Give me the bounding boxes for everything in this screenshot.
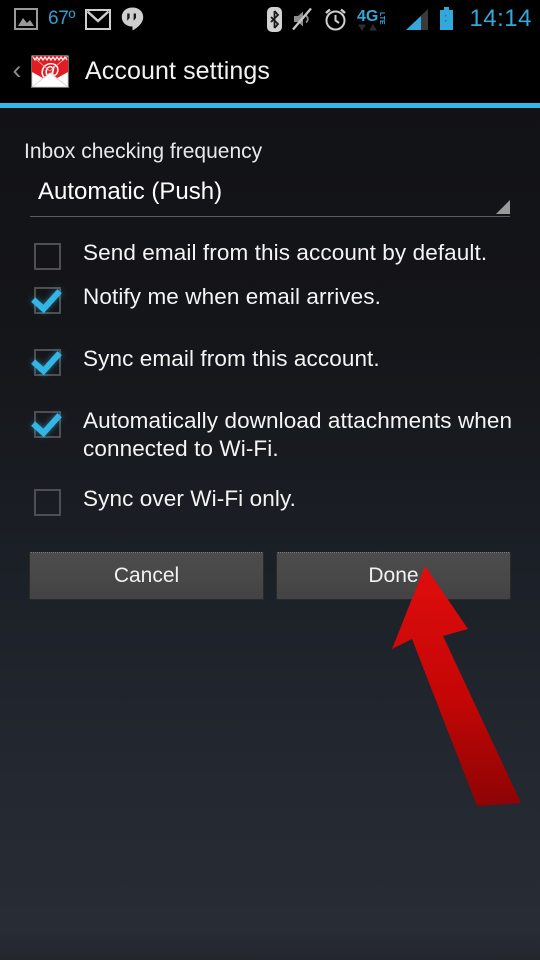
temperature-text: 67º [48,8,76,29]
checkbox-row-send-email-default[interactable]: Send email from this account by default. [0,235,540,279]
phone-screen: 67º 4G LTE 14:14 ‹ @ Account settings In… [0,0,540,960]
checkbox-send-email-default[interactable] [34,243,61,270]
clock-text: 14:14 [469,5,532,32]
checkbox-label: Sync email from this account. [83,346,380,371]
checkbox-row-sync-wifi-only[interactable]: Sync over Wi-Fi only. [0,481,540,525]
alarm-icon [323,7,348,32]
checkbox-notify-email-arrives[interactable] [34,287,61,314]
checkbox-sync-email[interactable] [34,349,61,376]
gmail-icon [85,8,112,30]
back-button[interactable]: ‹ [6,57,28,84]
battery-icon [439,7,454,31]
checkbox-row-auto-download-attachments[interactable]: Automatically download attachments when … [0,403,540,463]
cancel-button[interactable]: Cancel [29,552,264,600]
checkbox-sync-wifi-only[interactable] [34,489,61,516]
checkbox-row-sync-email[interactable]: Sync email from this account. [0,341,540,385]
svg-text:4G: 4G [357,8,378,25]
checkbox-auto-download-attachments[interactable] [34,411,61,438]
checkbox-group: Send email from this account by default.… [0,235,540,525]
inbox-frequency-spinner[interactable]: Automatic (Push) [30,178,510,217]
status-bar: 67º 4G LTE 14:14 [0,0,540,38]
action-button-row: Cancel Done [0,525,540,600]
checkbox-row-notify-email-arrives[interactable]: Notify me when email arrives. [0,279,540,323]
checkbox-label: Send email from this account by default. [83,240,488,265]
bluetooth-icon [267,6,283,32]
email-at-envelope-icon[interactable]: @ [29,52,71,92]
signal-bars-icon [404,8,430,31]
hangouts-icon [121,7,144,31]
dropdown-caret-icon [496,200,510,214]
checkbox-label: Automatically download attachments when … [83,408,513,461]
4g-lte-icon: 4G LTE [357,6,395,32]
page-title: Account settings [85,57,271,85]
checkbox-label: Sync over Wi-Fi only. [83,486,296,511]
action-bar: ‹ @ Account settings [0,38,540,105]
svg-text:LTE: LTE [378,12,385,25]
settings-content: Inbox checking frequency Automatic (Push… [0,108,540,600]
inbox-frequency-value: Automatic (Push) [38,178,223,205]
silent-mode-icon [291,7,314,31]
status-bar-left: 67º [14,7,144,31]
checkbox-label: Notify me when email arrives. [83,284,381,309]
inbox-frequency-label: Inbox checking frequency [24,140,263,163]
status-bar-right: 4G LTE 14:14 [267,5,532,33]
photo-icon [14,8,38,30]
done-button[interactable]: Done [276,552,511,600]
